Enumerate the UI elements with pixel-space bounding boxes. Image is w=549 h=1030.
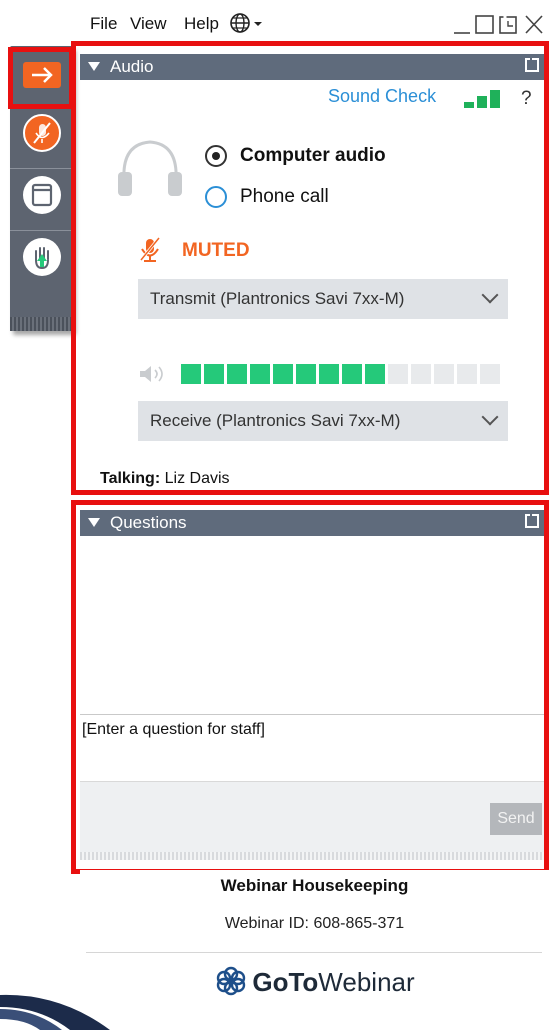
question-input-placeholder: [Enter a question for staff] — [82, 721, 265, 738]
talking-name: Liz Davis — [164, 470, 230, 487]
radio-button-selected[interactable] — [205, 145, 227, 167]
control-toolbar — [10, 46, 73, 331]
level-segment — [204, 364, 224, 384]
brand-light: Webinar — [318, 967, 415, 997]
window-controls — [450, 12, 548, 36]
level-segment — [181, 364, 201, 384]
level-segment — [319, 364, 339, 384]
chevron-down-icon — [254, 22, 262, 26]
receive-device-select[interactable]: Receive (Plantronics Savi 7xx-M) — [138, 401, 508, 441]
show-screen-button[interactable] — [23, 176, 61, 214]
language-menu[interactable] — [229, 11, 269, 35]
radio-phone-call[interactable] — [205, 186, 227, 208]
muted-status: MUTED — [182, 240, 250, 261]
level-segment — [388, 364, 408, 384]
gotowebinar-logo: GoToWebinar — [80, 966, 549, 998]
level-segment — [227, 364, 247, 384]
send-button[interactable]: Send — [490, 803, 542, 835]
collapse-panel-button[interactable] — [23, 62, 61, 88]
questions-panel-title: Questions — [110, 513, 187, 532]
menu-bar: File View Help — [84, 0, 549, 46]
level-segment — [342, 364, 362, 384]
phone-call-label: Phone call — [240, 186, 329, 207]
transmit-device-select[interactable]: Transmit (Plantronics Savi 7xx-M) — [138, 279, 508, 319]
popout-icon[interactable] — [525, 512, 539, 528]
level-segment — [434, 364, 454, 384]
menu-file[interactable]: File — [90, 14, 117, 34]
talking-indicator: Talking: Liz Davis — [100, 470, 230, 488]
level-segment — [480, 364, 500, 384]
globe-icon — [230, 13, 262, 33]
signal-strength-icon — [464, 90, 500, 108]
speaker-level-meter — [181, 0, 511, 384]
hand-raise-icon — [35, 247, 49, 270]
chevron-down-icon — [481, 286, 499, 304]
transmit-device-value: Transmit (Plantronics Savi 7xx-M) — [150, 289, 405, 308]
microphone-muted-icon — [33, 122, 51, 144]
webinar-footer: Webinar Housekeeping Webinar ID: 608-865… — [80, 870, 549, 1030]
sound-check-link[interactable]: Sound Check — [328, 86, 436, 107]
restore-icon[interactable] — [499, 14, 517, 34]
webinar-id: Webinar ID: 608-865-371 — [224, 915, 405, 932]
level-segment — [411, 364, 431, 384]
questions-panel-header[interactable]: Questions — [80, 510, 549, 536]
chevron-down-icon — [481, 408, 499, 426]
level-segment — [365, 364, 385, 384]
popout-icon[interactable] — [525, 56, 539, 72]
resize-grip[interactable] — [80, 852, 549, 860]
level-segment — [457, 364, 477, 384]
level-segment — [296, 364, 316, 384]
webinar-title: Webinar Housekeeping — [220, 876, 409, 895]
speaker-icon — [140, 366, 163, 382]
talking-label: Talking: — [100, 470, 161, 487]
questions-log — [80, 540, 549, 714]
computer-audio-label: Computer audio — [240, 145, 386, 166]
maximize-icon[interactable] — [475, 15, 494, 34]
menu-help[interactable]: Help — [184, 14, 219, 34]
arrow-right-icon — [32, 67, 53, 83]
audio-panel-title: Audio — [110, 57, 154, 76]
radio-computer-audio[interactable] — [205, 145, 227, 167]
audio-panel-header[interactable]: Audio — [80, 54, 549, 80]
radio-button-unselected[interactable] — [205, 186, 227, 208]
decorative-swoosh — [0, 994, 110, 1030]
collapse-triangle-icon — [88, 518, 100, 527]
gotowebinar-flower-icon — [217, 966, 246, 996]
audio-help-link[interactable]: ? — [521, 88, 532, 110]
headset-icon — [118, 140, 182, 196]
brand-bold: GoTo — [252, 967, 319, 997]
questions-footer — [80, 781, 549, 858]
menu-view[interactable]: View — [130, 14, 167, 34]
close-icon[interactable] — [525, 15, 543, 34]
raise-hand-button[interactable] — [23, 238, 61, 276]
window-icon — [31, 183, 53, 207]
collapse-triangle-icon — [88, 62, 100, 71]
level-segment — [250, 364, 270, 384]
level-segment — [273, 364, 293, 384]
question-input[interactable]: [Enter a question for staff] — [80, 714, 549, 781]
microphone-muted-icon — [139, 237, 161, 262]
mute-microphone-button[interactable] — [23, 114, 61, 152]
receive-device-value: Receive (Plantronics Savi 7xx-M) — [150, 411, 401, 430]
